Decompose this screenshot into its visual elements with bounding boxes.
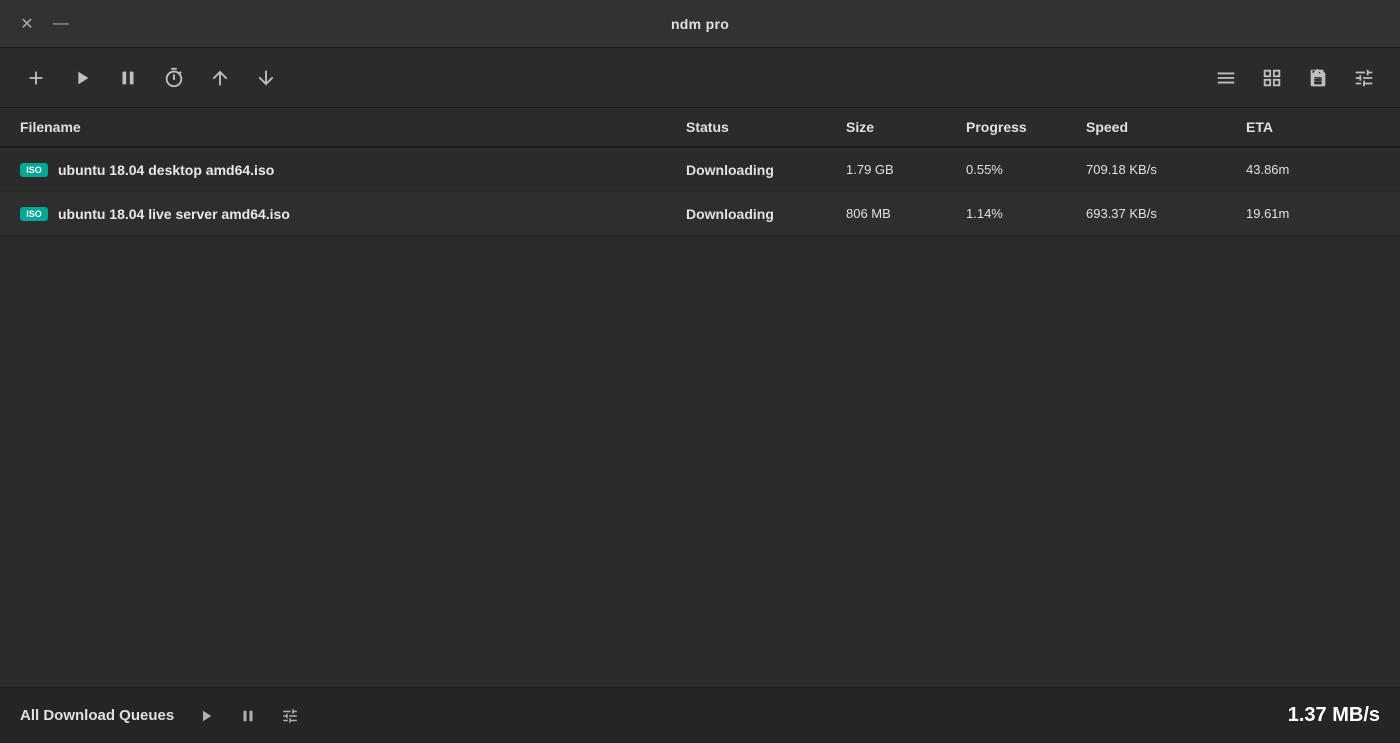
size-cell: 1.79 GB bbox=[838, 162, 958, 177]
settings-button[interactable] bbox=[1346, 60, 1382, 96]
grid-view-icon bbox=[1261, 67, 1283, 89]
plus-icon bbox=[25, 67, 47, 89]
speed-cell: 693.37 KB/s bbox=[1078, 206, 1238, 221]
toolbar-left bbox=[18, 60, 284, 96]
export-button[interactable] bbox=[1300, 60, 1336, 96]
grid-view-button[interactable] bbox=[1254, 60, 1290, 96]
size-cell: 806 MB bbox=[838, 206, 958, 221]
add-button[interactable] bbox=[18, 60, 54, 96]
status-bar-controls bbox=[190, 700, 306, 732]
timer-button[interactable] bbox=[156, 60, 192, 96]
play-icon bbox=[71, 67, 93, 89]
list-view-button[interactable] bbox=[1208, 60, 1244, 96]
arrow-up-icon bbox=[209, 67, 231, 89]
export-icon bbox=[1307, 67, 1329, 89]
pause-icon bbox=[239, 707, 257, 725]
title-bar: ✕ — ndm pro bbox=[0, 0, 1400, 48]
minimize-button[interactable]: — bbox=[50, 13, 72, 35]
settings-icon bbox=[1353, 67, 1375, 89]
progress-cell: 1.14% bbox=[958, 206, 1078, 221]
total-speed: 1.37 MB/s bbox=[1288, 704, 1380, 727]
status-play-button[interactable] bbox=[190, 700, 222, 732]
close-button[interactable]: ✕ bbox=[16, 13, 38, 35]
pause-button[interactable] bbox=[110, 60, 146, 96]
filename-cell: ISO ubuntu 18.04 desktop amd64.iso bbox=[12, 162, 678, 178]
status-bar: All Download Queues 1.37 MB/s bbox=[0, 687, 1400, 743]
status-cell: Downloading bbox=[678, 206, 838, 222]
queue-label: All Download Queues bbox=[20, 707, 174, 724]
settings-icon bbox=[281, 707, 299, 725]
iso-badge: ISO bbox=[20, 163, 48, 177]
table-row[interactable]: ISO ubuntu 18.04 live server amd64.iso D… bbox=[0, 192, 1400, 236]
toolbar bbox=[0, 48, 1400, 108]
progress-cell: 0.55% bbox=[958, 162, 1078, 177]
status-settings-button[interactable] bbox=[274, 700, 306, 732]
play-button[interactable] bbox=[64, 60, 100, 96]
pause-icon bbox=[117, 67, 139, 89]
table-header: Filename Status Size Progress Speed ETA bbox=[0, 108, 1400, 148]
filename-cell: ISO ubuntu 18.04 live server amd64.iso bbox=[12, 206, 678, 222]
move-up-button[interactable] bbox=[202, 60, 238, 96]
status-cell: Downloading bbox=[678, 162, 838, 178]
col-eta: ETA bbox=[1238, 119, 1358, 135]
move-down-button[interactable] bbox=[248, 60, 284, 96]
eta-cell: 19.61m bbox=[1238, 206, 1358, 221]
status-bar-left: All Download Queues bbox=[20, 700, 306, 732]
timer-icon bbox=[163, 67, 185, 89]
iso-badge: ISO bbox=[20, 207, 48, 221]
col-filename: Filename bbox=[12, 119, 678, 135]
col-size: Size bbox=[838, 119, 958, 135]
speed-cell: 709.18 KB/s bbox=[1078, 162, 1238, 177]
status-pause-button[interactable] bbox=[232, 700, 264, 732]
window-controls: ✕ — bbox=[16, 13, 72, 35]
arrow-down-icon bbox=[255, 67, 277, 89]
eta-cell: 43.86m bbox=[1238, 162, 1358, 177]
filename-text: ubuntu 18.04 live server amd64.iso bbox=[58, 206, 290, 222]
col-progress: Progress bbox=[958, 119, 1078, 135]
play-icon bbox=[197, 707, 215, 725]
col-speed: Speed bbox=[1078, 119, 1238, 135]
col-status: Status bbox=[678, 119, 838, 135]
downloads-table: Filename Status Size Progress Speed ETA … bbox=[0, 108, 1400, 687]
list-view-icon bbox=[1215, 67, 1237, 89]
toolbar-right bbox=[1208, 60, 1382, 96]
table-row[interactable]: ISO ubuntu 18.04 desktop amd64.iso Downl… bbox=[0, 148, 1400, 192]
filename-text: ubuntu 18.04 desktop amd64.iso bbox=[58, 162, 274, 178]
app-title: ndm pro bbox=[671, 16, 729, 32]
